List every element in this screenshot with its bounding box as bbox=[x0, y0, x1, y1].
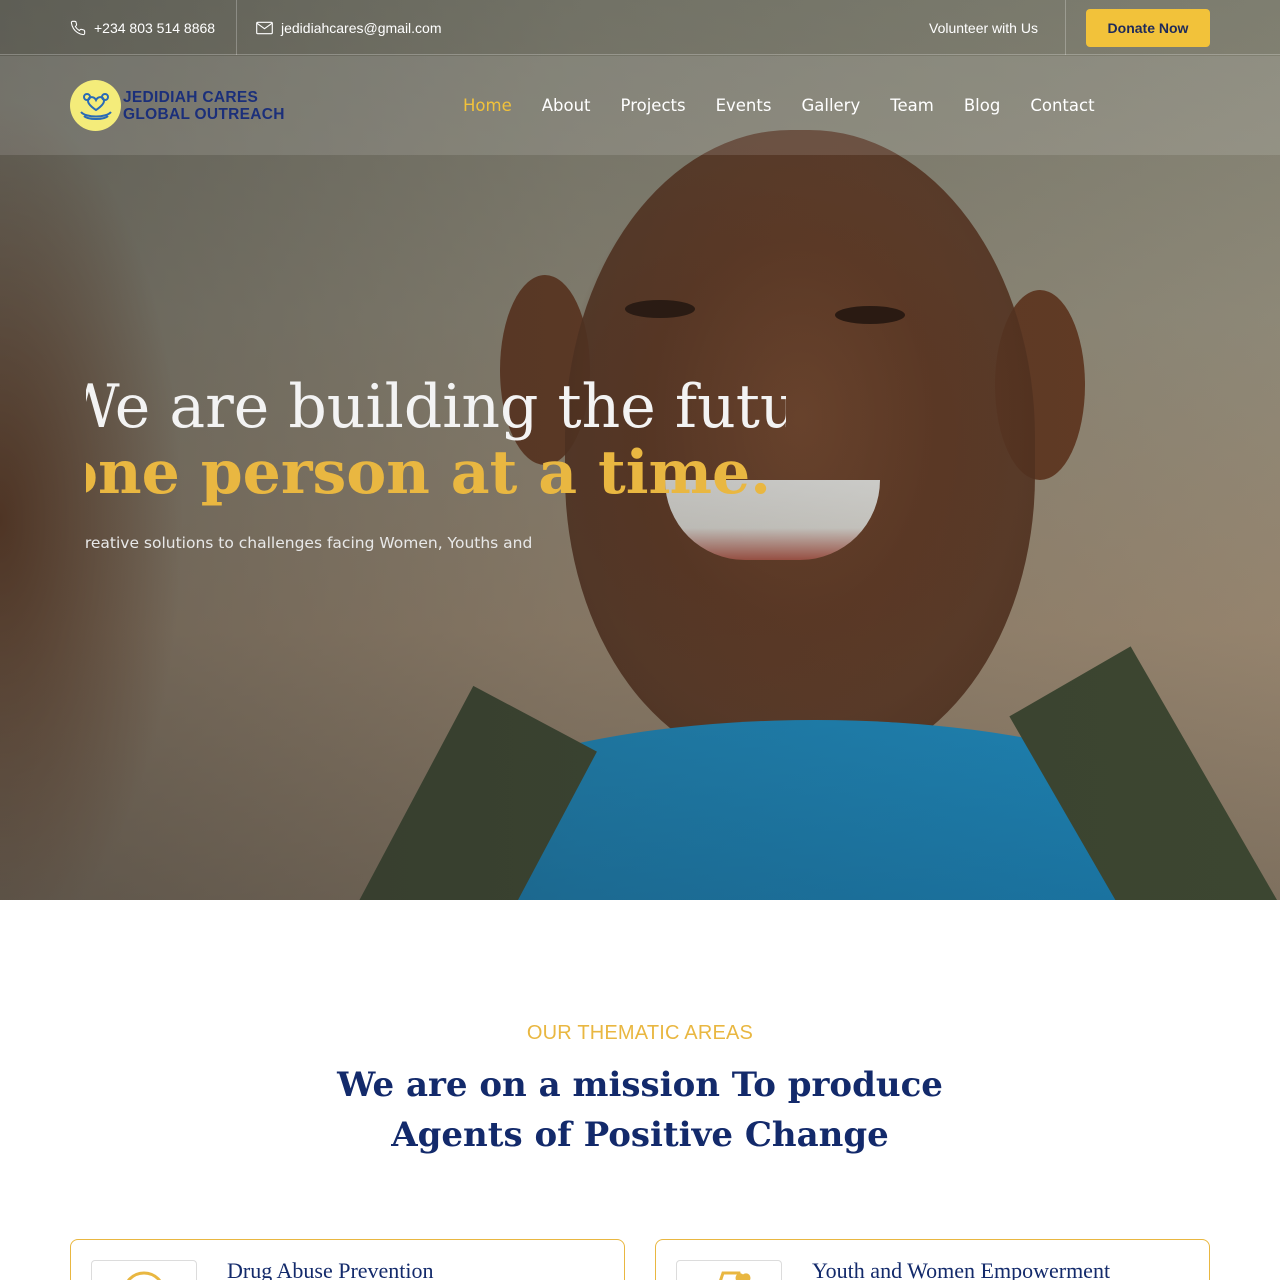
section-heading: We are on a mission To produce Agents of… bbox=[290, 1060, 990, 1160]
card-title: Drug Abuse Prevention bbox=[227, 1258, 434, 1280]
phone-contact[interactable]: +234 803 514 8868 bbox=[70, 0, 215, 55]
circle-icon bbox=[114, 1261, 174, 1280]
nav-item-about[interactable]: About bbox=[542, 96, 591, 115]
section-heading-line1: We are on a mission To produce bbox=[337, 1065, 943, 1105]
topbar-divider bbox=[1065, 0, 1066, 55]
nav-item-contact[interactable]: Contact bbox=[1030, 96, 1094, 115]
hero-subtitle: Creative solutions to challenges facing … bbox=[86, 534, 533, 552]
phone-number: +234 803 514 8868 bbox=[94, 19, 216, 36]
house-heart-icon bbox=[699, 1261, 759, 1280]
nav-item-gallery[interactable]: Gallery bbox=[801, 96, 860, 115]
nav-item-team[interactable]: Team bbox=[890, 96, 934, 115]
brand-name: JEDIDIAH CARES GLOBAL OUTREACH bbox=[123, 89, 285, 123]
topbar-divider bbox=[236, 0, 237, 55]
email-address: jedidiahcares@gmail.com bbox=[281, 19, 442, 36]
card-thumbnail bbox=[91, 1260, 197, 1280]
brand-line2: GLOBAL OUTREACH bbox=[123, 105, 285, 123]
brand-line1: JEDIDIAH CARES bbox=[123, 88, 259, 106]
hero-text: We are building the future one person at… bbox=[86, 370, 786, 560]
card-thumbnail bbox=[676, 1260, 782, 1280]
thematic-card-empowerment[interactable]: Youth and Women Empowerment bbox=[655, 1239, 1210, 1280]
site-logo[interactable]: JEDIDIAH CARES GLOBAL OUTREACH bbox=[70, 80, 285, 131]
nav-item-events[interactable]: Events bbox=[716, 96, 772, 115]
card-title: Youth and Women Empowerment bbox=[812, 1258, 1111, 1280]
primary-nav: Home About Projects Events Gallery Team … bbox=[463, 56, 1095, 155]
phone-icon bbox=[70, 20, 86, 36]
hands-heart-logo-icon bbox=[70, 80, 121, 131]
section-heading-line2: Agents of Positive Change bbox=[391, 1115, 889, 1155]
main-navbar: JEDIDIAH CARES GLOBAL OUTREACH Home Abou… bbox=[0, 56, 1280, 155]
email-contact[interactable]: jedidiahcares@gmail.com bbox=[256, 0, 442, 55]
donate-button[interactable]: Donate Now bbox=[1086, 9, 1210, 47]
section-eyebrow: OUR THEMATIC AREAS bbox=[526, 1022, 754, 1044]
top-contact-bar: +234 803 514 8868 jedidiahcares@gmail.co… bbox=[0, 0, 1280, 55]
hero-heading-line1: We are building the future bbox=[86, 372, 786, 442]
nav-item-projects[interactable]: Projects bbox=[621, 96, 686, 115]
nav-item-blog[interactable]: Blog bbox=[964, 96, 1000, 115]
envelope-icon bbox=[256, 21, 273, 35]
thematic-card-drug-abuse[interactable]: Drug Abuse Prevention bbox=[70, 1239, 625, 1280]
volunteer-link[interactable]: Volunteer with Us bbox=[929, 0, 1038, 55]
hero-heading-line2: one person at a time. bbox=[86, 438, 772, 508]
nav-item-home[interactable]: Home bbox=[463, 96, 512, 115]
